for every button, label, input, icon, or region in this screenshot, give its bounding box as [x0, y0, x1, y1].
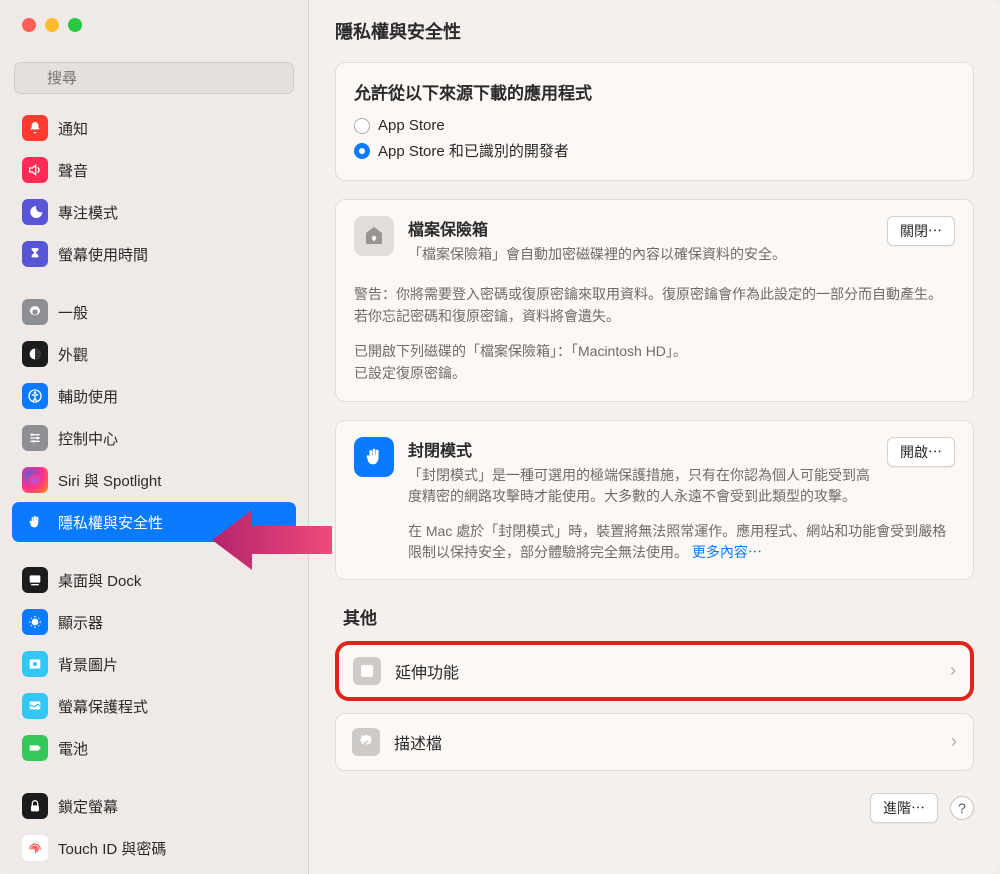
sidebar-item-bell[interactable]: 通知: [12, 108, 296, 148]
radio-app-store[interactable]: App Store: [354, 114, 955, 137]
sidebar-item-hourglass[interactable]: 螢幕使用時間: [12, 234, 296, 274]
hand-icon: [22, 509, 48, 535]
sidebar-item-battery[interactable]: 電池: [12, 728, 296, 768]
sidebar-item-gear[interactable]: 一般: [12, 292, 296, 332]
sidebar: 通知聲音專注模式螢幕使用時間一般外觀輔助使用控制中心 Siri 與 Spotlig…: [0, 0, 309, 874]
sidebar-item-label: 輔助使用: [58, 386, 118, 407]
filevault-title: 檔案保險箱: [408, 216, 786, 240]
profiles-label: 描述檔: [394, 730, 937, 754]
siri-icon: [22, 467, 48, 493]
sidebar-item-appearance[interactable]: 外觀: [12, 334, 296, 374]
footer: 進階⋯ ?: [335, 783, 974, 823]
lockdown-desc: 「封閉模式」是一種可選用的極端保護措施，只有在你認為個人可能受到高度精密的網路攻…: [408, 465, 875, 507]
allow-apps-card: 允許從以下來源下載的應用程式 App Store App Store 和已識別的…: [335, 62, 974, 181]
maximize-button[interactable]: [68, 18, 82, 32]
profiles-row[interactable]: 描述檔 ›: [335, 713, 974, 771]
radio-app-store-identified[interactable]: App Store 和已識別的開發者: [354, 137, 955, 164]
sidebar-item-label: 控制中心: [58, 428, 118, 449]
sidebar-item-label: 外觀: [58, 344, 88, 365]
radio-icon: [354, 143, 370, 159]
sidebar-nav: 通知聲音專注模式螢幕使用時間一般外觀輔助使用控制中心 Siri 與 Spotlig…: [0, 104, 308, 874]
battery-icon: [22, 735, 48, 761]
sidebar-item-screensaver[interactable]: 螢幕保護程式: [12, 686, 296, 726]
titlebar: 隱私權與安全性: [309, 0, 1000, 62]
allow-apps-title: 允許從以下來源下載的應用程式: [354, 79, 955, 104]
dock-icon: [22, 567, 48, 593]
lockdown-title: 封閉模式: [408, 437, 875, 461]
sidebar-item-lock[interactable]: 鎖定螢幕: [12, 786, 296, 826]
radio-icon: [354, 118, 370, 134]
screensaver-icon: [22, 693, 48, 719]
sidebar-item-wallpaper[interactable]: 背景圖片: [12, 644, 296, 684]
accessibility-icon: [22, 383, 48, 409]
minimize-button[interactable]: [45, 18, 59, 32]
lockdown-toggle-button[interactable]: 開啟⋯: [887, 437, 955, 467]
sidebar-item-dock[interactable]: 桌面與 Dock: [12, 560, 296, 600]
chevron-right-icon: ›: [950, 660, 956, 681]
other-section-title: 其他: [343, 604, 974, 629]
sidebar-item-label: 聲音: [58, 160, 88, 181]
sidebar-item-siri[interactable]: Siri 與 Spotlight: [12, 460, 296, 500]
lockdown-note: 在 Mac 處於「封閉模式」時，裝置將無法照常運作。應用程式、網站和功能會受到嚴…: [408, 521, 955, 563]
sidebar-item-label: 顯示器: [58, 612, 103, 633]
puzzle-icon: [353, 657, 381, 685]
filevault-status: 已開啟下列磁碟的「檔案保險箱」：「Macintosh HD」。 已設定復原密鑰。: [354, 340, 955, 385]
help-button[interactable]: ?: [950, 796, 974, 820]
sidebar-item-label: 桌面與 Dock: [58, 570, 141, 591]
lock-icon: [22, 793, 48, 819]
gear-icon: [22, 299, 48, 325]
sidebar-item-label: Siri 與 Spotlight: [58, 470, 161, 491]
sidebar-item-label: Touch ID 與密碼: [58, 838, 166, 859]
bell-icon: [22, 115, 48, 141]
sidebar-item-speaker[interactable]: 聲音: [12, 150, 296, 190]
sidebar-item-label: 電池: [58, 738, 88, 759]
sidebar-item-accessibility[interactable]: 輔助使用: [12, 376, 296, 416]
sidebar-item-sliders[interactable]: 控制中心: [12, 418, 296, 458]
display-icon: [22, 609, 48, 635]
search-input[interactable]: [14, 62, 294, 94]
window-controls: [0, 0, 308, 48]
moon-icon: [22, 199, 48, 225]
badge-icon: [352, 728, 380, 756]
sidebar-item-display[interactable]: 顯示器: [12, 602, 296, 642]
lockdown-card: 封閉模式 「封閉模式」是一種可選用的極端保護措施，只有在你認為個人可能受到高度精…: [335, 420, 974, 580]
close-button[interactable]: [22, 18, 36, 32]
extensions-row[interactable]: 延伸功能 ›: [335, 641, 974, 701]
chevron-right-icon: ›: [951, 731, 957, 752]
hourglass-icon: [22, 241, 48, 267]
speaker-icon: [22, 157, 48, 183]
sidebar-item-hand[interactable]: 隱私權與安全性: [12, 502, 296, 542]
sidebar-item-label: 鎖定螢幕: [58, 796, 118, 817]
appearance-icon: [22, 341, 48, 367]
fingerprint-icon: [22, 835, 48, 861]
sidebar-item-label: 專注模式: [58, 202, 118, 223]
lockdown-more-link[interactable]: 更多內容⋯: [692, 544, 762, 560]
advanced-button[interactable]: 進階⋯: [870, 793, 938, 823]
sidebar-item-moon[interactable]: 專注模式: [12, 192, 296, 232]
page-title: 隱私權與安全性: [335, 18, 461, 44]
radio-label: App Store: [378, 117, 445, 134]
filevault-toggle-button[interactable]: 關閉⋯: [887, 216, 955, 246]
wallpaper-icon: [22, 651, 48, 677]
extensions-label: 延伸功能: [395, 659, 936, 683]
sidebar-item-label: 通知: [58, 118, 88, 139]
sidebar-item-label: 隱私權與安全性: [58, 512, 163, 533]
filevault-warning: 警告：你將需要登入密碼或復原密鑰來取用資料。復原密鑰會作為此設定的一部分而自動產…: [354, 283, 955, 328]
content-pane: 隱私權與安全性 允許從以下來源下載的應用程式 App Store App Sto…: [309, 0, 1000, 874]
radio-label: App Store 和已識別的開發者: [378, 140, 569, 161]
sidebar-item-label: 螢幕保護程式: [58, 696, 148, 717]
sliders-icon: [22, 425, 48, 451]
filevault-desc: 「檔案保險箱」會自動加密磁碟裡的內容以確保資料的安全。: [408, 244, 786, 265]
filevault-card: 檔案保險箱 「檔案保險箱」會自動加密磁碟裡的內容以確保資料的安全。 關閉⋯ 警告…: [335, 199, 974, 402]
hand-icon: [354, 437, 394, 477]
house-lock-icon: [354, 216, 394, 256]
sidebar-item-fingerprint[interactable]: Touch ID 與密碼: [12, 828, 296, 868]
sidebar-item-label: 一般: [58, 302, 88, 323]
sidebar-item-label: 背景圖片: [58, 654, 118, 675]
sidebar-item-label: 螢幕使用時間: [58, 244, 148, 265]
